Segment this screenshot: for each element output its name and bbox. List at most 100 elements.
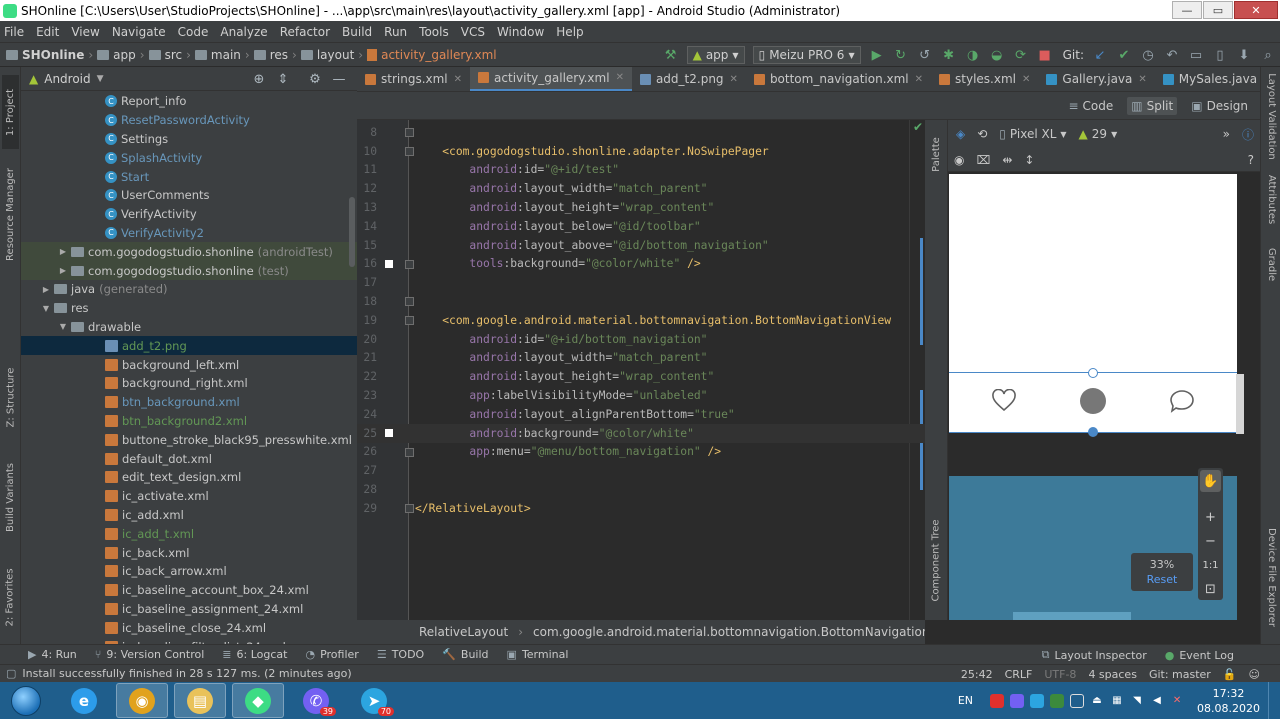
status-message[interactable]: Install successfully finished in 28 s 12… [22, 667, 351, 680]
tree-row[interactable]: ic_baseline_account_box_24.xml [21, 581, 357, 600]
tool-tab-logcat[interactable]: ≣ 6: Logcat [222, 648, 287, 661]
vertical-resize-icon[interactable]: ↕ [1024, 153, 1034, 167]
resize-handle[interactable] [1088, 368, 1098, 378]
tree-row[interactable]: default_dot.xml [21, 449, 357, 468]
safely-remove-icon[interactable]: ⏏ [1090, 694, 1104, 708]
tool-tab-run[interactable]: ▶ 4: Run [28, 648, 77, 661]
debug-icon[interactable]: ✱ [939, 46, 959, 64]
tree-row[interactable]: background_left.xml [21, 355, 357, 374]
tree-row[interactable]: ▶ com.gogodogstudio.shonline (androidTest) [21, 242, 357, 262]
tree-row[interactable]: C Report_info [21, 92, 357, 111]
tree-row[interactable]: ▼ drawable [21, 318, 357, 337]
breadcrumb-item[interactable]: layout › [300, 48, 363, 62]
device-select[interactable]: ▯ Pixel XL ▼ [999, 127, 1066, 141]
status-toggle-icon[interactable]: ▢ [6, 667, 16, 680]
tab-device-file-explorer[interactable]: Device File Explorer [1263, 522, 1280, 632]
api-select[interactable]: ▲ 29 ▼ [1079, 127, 1118, 141]
tree-row[interactable]: ic_add_t.xml [21, 524, 357, 543]
xml-crumb-current[interactable]: com.google.android.material.bottomnaviga… [533, 625, 958, 639]
tree-row[interactable]: ▶ com.gogodogstudio.shonline (test) [21, 261, 357, 280]
tree-row[interactable]: C Start [21, 167, 357, 186]
volume-icon[interactable]: ◀ [1150, 694, 1164, 708]
locate-icon[interactable]: ⊕ [249, 70, 269, 88]
tree-row[interactable]: buttone_stroke_black95_presswhite.xml [21, 430, 357, 449]
tree-row[interactable]: background_right.xml [21, 374, 357, 393]
tool-tab-build[interactable]: 🔨 Build [442, 648, 488, 661]
search-icon[interactable]: ⌕ [1258, 46, 1278, 64]
tree-row[interactable]: ic_baseline_filter_list_24.xml [21, 637, 357, 644]
close-icon[interactable]: ✕ [1022, 74, 1030, 85]
menu-navigate[interactable]: Navigate [112, 25, 166, 39]
orientation-icon[interactable]: ⟲ [977, 127, 987, 141]
layers-icon[interactable]: ◈ [956, 127, 965, 141]
tree-row[interactable]: ic_back_arrow.xml [21, 562, 357, 581]
menu-view[interactable]: View [71, 25, 99, 39]
tree-row[interactable]: ic_baseline_close_24.xml [21, 618, 357, 637]
breadcrumb-item[interactable]: SHOnline › [6, 48, 93, 62]
sdk-manager-icon[interactable]: ⬇ [1234, 46, 1254, 64]
tab-resource-manager[interactable]: Resource Manager [2, 159, 19, 269]
tab-layout-validation[interactable]: Layout Validation [1263, 71, 1280, 161]
tab-favorites[interactable]: 2: Favorites [2, 557, 19, 637]
tray-app-icon[interactable] [1070, 693, 1085, 708]
line-separator[interactable]: CRLF [1005, 668, 1033, 681]
design-canvas[interactable]: 33% Reset ✋ + − 1:1 ⊡ [948, 172, 1260, 620]
menu-vcs[interactable]: VCS [461, 25, 485, 39]
indent-setting[interactable]: 4 spaces [1088, 668, 1137, 681]
apply-code-changes-icon[interactable]: ↺ [915, 46, 935, 64]
fold-marker-icon[interactable] [405, 259, 414, 269]
zoom-fit-icon[interactable]: ⊡ [1205, 578, 1216, 600]
collapse-all-icon[interactable]: ⇕ [273, 70, 293, 88]
more-options-icon[interactable]: » [1223, 127, 1230, 141]
zoom-actual-button[interactable]: 1:1 [1202, 554, 1218, 576]
fold-marker-icon[interactable] [405, 297, 414, 307]
viber-tray-icon[interactable] [1010, 693, 1025, 708]
tab-gradle[interactable]: Gradle [1263, 239, 1280, 289]
tree-row[interactable]: btn_background.xml [21, 393, 357, 412]
close-button[interactable]: ✕ [1234, 1, 1278, 19]
breadcrumb-item[interactable]: main › [194, 48, 250, 62]
profile-icon[interactable]: ◑ [963, 46, 983, 64]
run-config-select[interactable]: ▲ app ▼ [686, 46, 745, 64]
tree-row[interactable]: C SplashActivity [21, 148, 357, 167]
file-encoding[interactable]: UTF-8 [1044, 668, 1076, 681]
menu-refactor[interactable]: Refactor [280, 25, 330, 39]
breadcrumb-item[interactable]: src › [148, 48, 191, 62]
tree-row[interactable]: edit_text_design.xml [21, 468, 357, 487]
tool-tab-layoutinspector[interactable]: ⧉ Layout Inspector [1042, 648, 1147, 662]
file-explorer-taskbar-button[interactable]: ▤ [174, 683, 226, 718]
pan-hand-icon[interactable]: ✋ [1200, 470, 1221, 492]
telegram-tray-icon[interactable] [1030, 693, 1045, 708]
chevron-down-icon[interactable]: ▼ [40, 304, 52, 313]
editor-tab[interactable]: styles.xml ✕ [931, 67, 1038, 91]
mode-code-button[interactable]: ≡ Code [1064, 97, 1117, 115]
zoom-in-icon[interactable]: + [1205, 506, 1216, 528]
avd-manager-icon[interactable]: ▯ [1210, 46, 1230, 64]
internet-explorer-taskbar-button[interactable]: e [58, 683, 110, 718]
tray-app-icon[interactable] [1050, 693, 1065, 708]
breadcrumb-item[interactable]: app › [97, 48, 145, 62]
xml-crumb-root[interactable]: RelativeLayout [419, 625, 508, 639]
breadcrumb-item[interactable]: res › [253, 48, 297, 62]
language-indicator[interactable]: EN [958, 694, 973, 707]
tab-component-tree[interactable]: Component Tree [928, 505, 945, 615]
chrome-taskbar-button[interactable]: ◉ [116, 683, 168, 718]
tab-build-variants[interactable]: Build Variants [2, 452, 19, 542]
close-icon[interactable]: ✕ [915, 74, 923, 85]
project-view-select[interactable]: Android [44, 72, 90, 86]
close-icon[interactable]: ✕ [730, 74, 738, 85]
run-icon[interactable]: ▶ [867, 46, 887, 64]
tab-project[interactable]: 1: Project [2, 75, 19, 149]
wifi-icon[interactable]: ◥ [1130, 694, 1144, 708]
device-select[interactable]: ▯ Meizu PRO 6 ▼ [752, 46, 861, 64]
editor-tab[interactable]: MySales.java✕ [1155, 67, 1260, 91]
close-icon[interactable]: ✕ [616, 72, 624, 83]
menu-tools[interactable]: Tools [419, 25, 449, 39]
tool-tab-profiler[interactable]: ◔ Profiler [305, 648, 358, 661]
hide-panel-icon[interactable]: — [329, 70, 349, 88]
tree-row[interactable]: ic_baseline_assignment_24.xml [21, 600, 357, 619]
design-scrollbar[interactable] [1236, 374, 1244, 434]
network-icon[interactable]: ▦ [1110, 694, 1124, 708]
tab-attributes[interactable]: Attributes [1263, 167, 1280, 231]
menu-help[interactable]: Help [556, 25, 583, 39]
